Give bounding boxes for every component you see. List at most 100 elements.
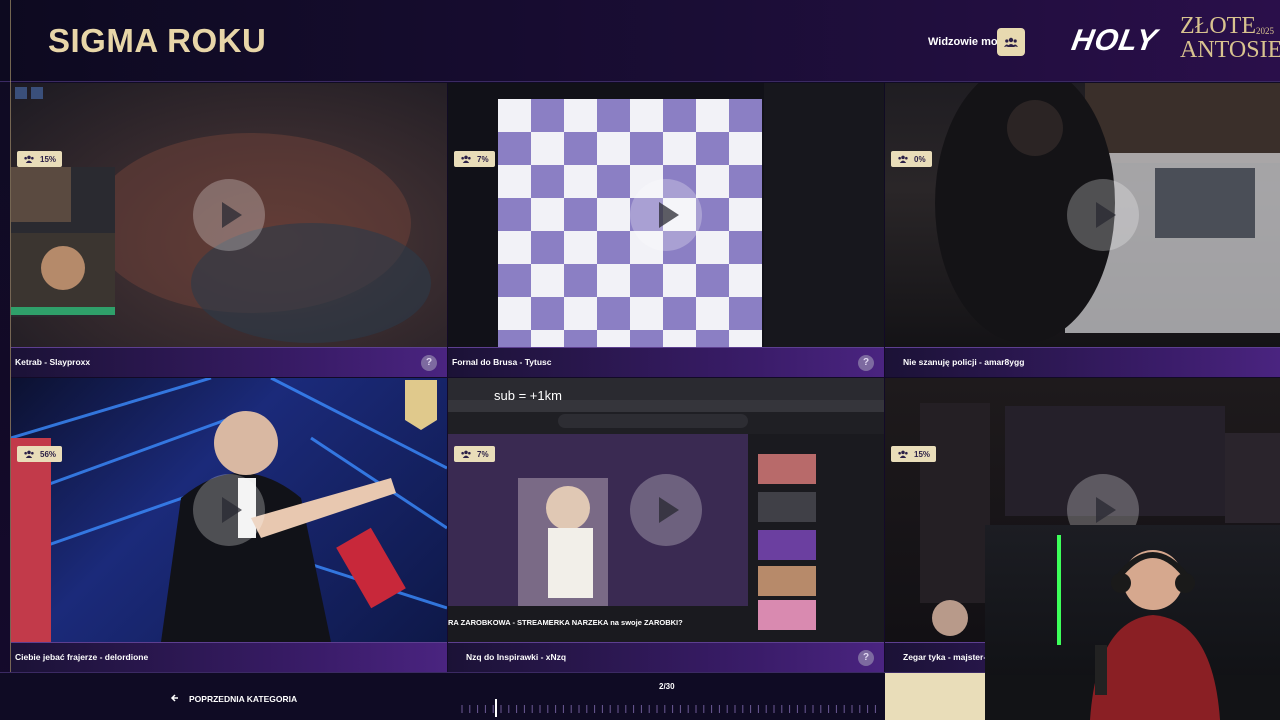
chess-square xyxy=(630,297,663,330)
chess-square xyxy=(696,165,729,198)
chess-square xyxy=(564,231,597,264)
chess-square xyxy=(630,330,663,347)
vote-percentage-badge: 7% xyxy=(454,446,495,462)
holy-logo: HOLY xyxy=(1069,24,1161,57)
question-icon[interactable]: ? xyxy=(421,355,437,371)
group-icon xyxy=(24,450,34,458)
nominee-tile-4[interactable]: 56% Ciebie jebać frajerze - delordione xyxy=(11,378,447,672)
tile-caption: Nzq do Inspirawki - xNzq ? xyxy=(448,642,884,672)
chess-square xyxy=(564,165,597,198)
tile-title: Nie szanuję policji - amar8ygg xyxy=(903,357,1025,367)
chess-square xyxy=(729,264,762,297)
chess-square xyxy=(498,132,531,165)
tile-caption: Nie szanuję policji - amar8ygg xyxy=(885,347,1280,377)
video-thumbnail[interactable]: 56% xyxy=(11,378,447,642)
chess-square xyxy=(564,330,597,347)
video-thumbnail[interactable]: 0% xyxy=(885,83,1280,347)
video-thumbnail[interactable]: 7% xyxy=(448,83,884,347)
play-icon[interactable] xyxy=(193,179,265,251)
chess-square xyxy=(498,330,531,347)
chess-square xyxy=(564,132,597,165)
chess-square xyxy=(564,297,597,330)
vote-percentage: 0% xyxy=(914,154,926,164)
question-icon[interactable]: ? xyxy=(858,355,874,371)
chess-square xyxy=(597,264,630,297)
prev-category-button[interactable]: POPRZEDNIA KATEGORIA xyxy=(170,691,300,707)
vote-percentage: 15% xyxy=(914,449,931,459)
chess-square xyxy=(531,99,564,132)
chess-square xyxy=(597,297,630,330)
vote-percentage-badge: 56% xyxy=(17,446,63,462)
chess-square xyxy=(498,165,531,198)
group-icon xyxy=(898,155,908,163)
sub-overlay-text: sub = +1km xyxy=(494,388,562,403)
chess-square xyxy=(531,165,564,198)
chess-square xyxy=(729,330,762,347)
chess-square xyxy=(498,231,531,264)
streamer-webcam xyxy=(985,525,1280,720)
chess-square xyxy=(498,297,531,330)
chess-square xyxy=(663,330,696,347)
category-progress-track[interactable] xyxy=(456,699,884,717)
tile-title: Ketrab - Slayproxx xyxy=(15,357,91,367)
video-thumbnail[interactable]: sub = +1km RA ZAROBKOWA - STREAMERKA NAR… xyxy=(448,378,884,642)
chess-square xyxy=(729,165,762,198)
tile-caption: Ciebie jebać frajerze - delordione xyxy=(11,642,447,672)
chess-square xyxy=(564,198,597,231)
chess-square xyxy=(597,99,630,132)
chess-square xyxy=(531,198,564,231)
header: SIGMA ROKU Widzowie mogą HOLY ZŁOTE ANTO… xyxy=(0,0,1280,82)
play-icon[interactable] xyxy=(630,474,702,546)
voting-screen: SIGMA ROKU Widzowie mogą HOLY ZŁOTE ANTO… xyxy=(0,0,1280,720)
footer-cream-block xyxy=(885,673,985,720)
webcam-scene xyxy=(985,535,1280,720)
viewers-button[interactable] xyxy=(997,28,1025,56)
chess-square xyxy=(630,99,663,132)
chess-square xyxy=(729,231,762,264)
group-icon xyxy=(24,155,34,163)
vote-percentage-badge: 7% xyxy=(454,151,495,167)
page-title: SIGMA ROKU xyxy=(48,22,267,59)
chess-square xyxy=(696,231,729,264)
chess-square xyxy=(729,99,762,132)
chess-square xyxy=(630,264,663,297)
chess-square xyxy=(729,198,762,231)
chess-square xyxy=(498,198,531,231)
clip-title: RA ZAROBKOWA - STREAMERKA NARZEKA na swo… xyxy=(448,618,683,627)
nominee-tile-3[interactable]: 0% Nie szanuję policji - amar8ygg xyxy=(885,83,1280,377)
tile-title: Fornal do Brusa - Tytusc xyxy=(452,357,552,367)
page-indicator: 2/30 xyxy=(659,682,675,691)
chess-square xyxy=(531,132,564,165)
chess-square xyxy=(597,231,630,264)
play-icon[interactable] xyxy=(630,179,702,251)
award-badge-icon xyxy=(405,380,437,430)
event-logo-line2: ANTOSIE xyxy=(1180,37,1280,63)
prev-category-label: POPRZEDNIA KATEGORIA xyxy=(189,694,298,704)
question-icon[interactable]: ? xyxy=(858,650,874,666)
group-icon xyxy=(1004,37,1018,47)
chess-square xyxy=(663,264,696,297)
tile-caption: Fornal do Brusa - Tytusc ? xyxy=(448,347,884,377)
chess-square xyxy=(729,297,762,330)
chess-square xyxy=(663,297,696,330)
nominee-tile-2[interactable]: 7% Fornal do Brusa - Tytusc ? xyxy=(448,83,884,377)
nominee-tile-5[interactable]: sub = +1km RA ZAROBKOWA - STREAMERKA NAR… xyxy=(448,378,884,672)
nominee-tile-1[interactable]: 15% Ketrab - Slayproxx ? xyxy=(11,83,447,377)
tile-title: Nzq do Inspirawki - xNzq xyxy=(466,652,567,662)
vote-percentage-badge: 15% xyxy=(17,151,63,167)
chess-square xyxy=(663,99,696,132)
chess-square xyxy=(696,132,729,165)
vote-percentage-badge: 15% xyxy=(891,446,937,462)
chess-square xyxy=(729,132,762,165)
play-icon[interactable] xyxy=(193,474,265,546)
play-icon[interactable] xyxy=(1067,179,1139,251)
chess-square xyxy=(531,330,564,347)
chess-square xyxy=(498,264,531,297)
video-thumbnail[interactable]: 15% xyxy=(11,83,447,347)
chess-square xyxy=(564,264,597,297)
group-icon xyxy=(461,155,471,163)
vote-percentage: 7% xyxy=(477,154,489,164)
event-logo: ZŁOTE ANTOSIE xyxy=(1180,14,1280,62)
vote-percentage: 56% xyxy=(40,449,57,459)
chess-square xyxy=(531,297,564,330)
